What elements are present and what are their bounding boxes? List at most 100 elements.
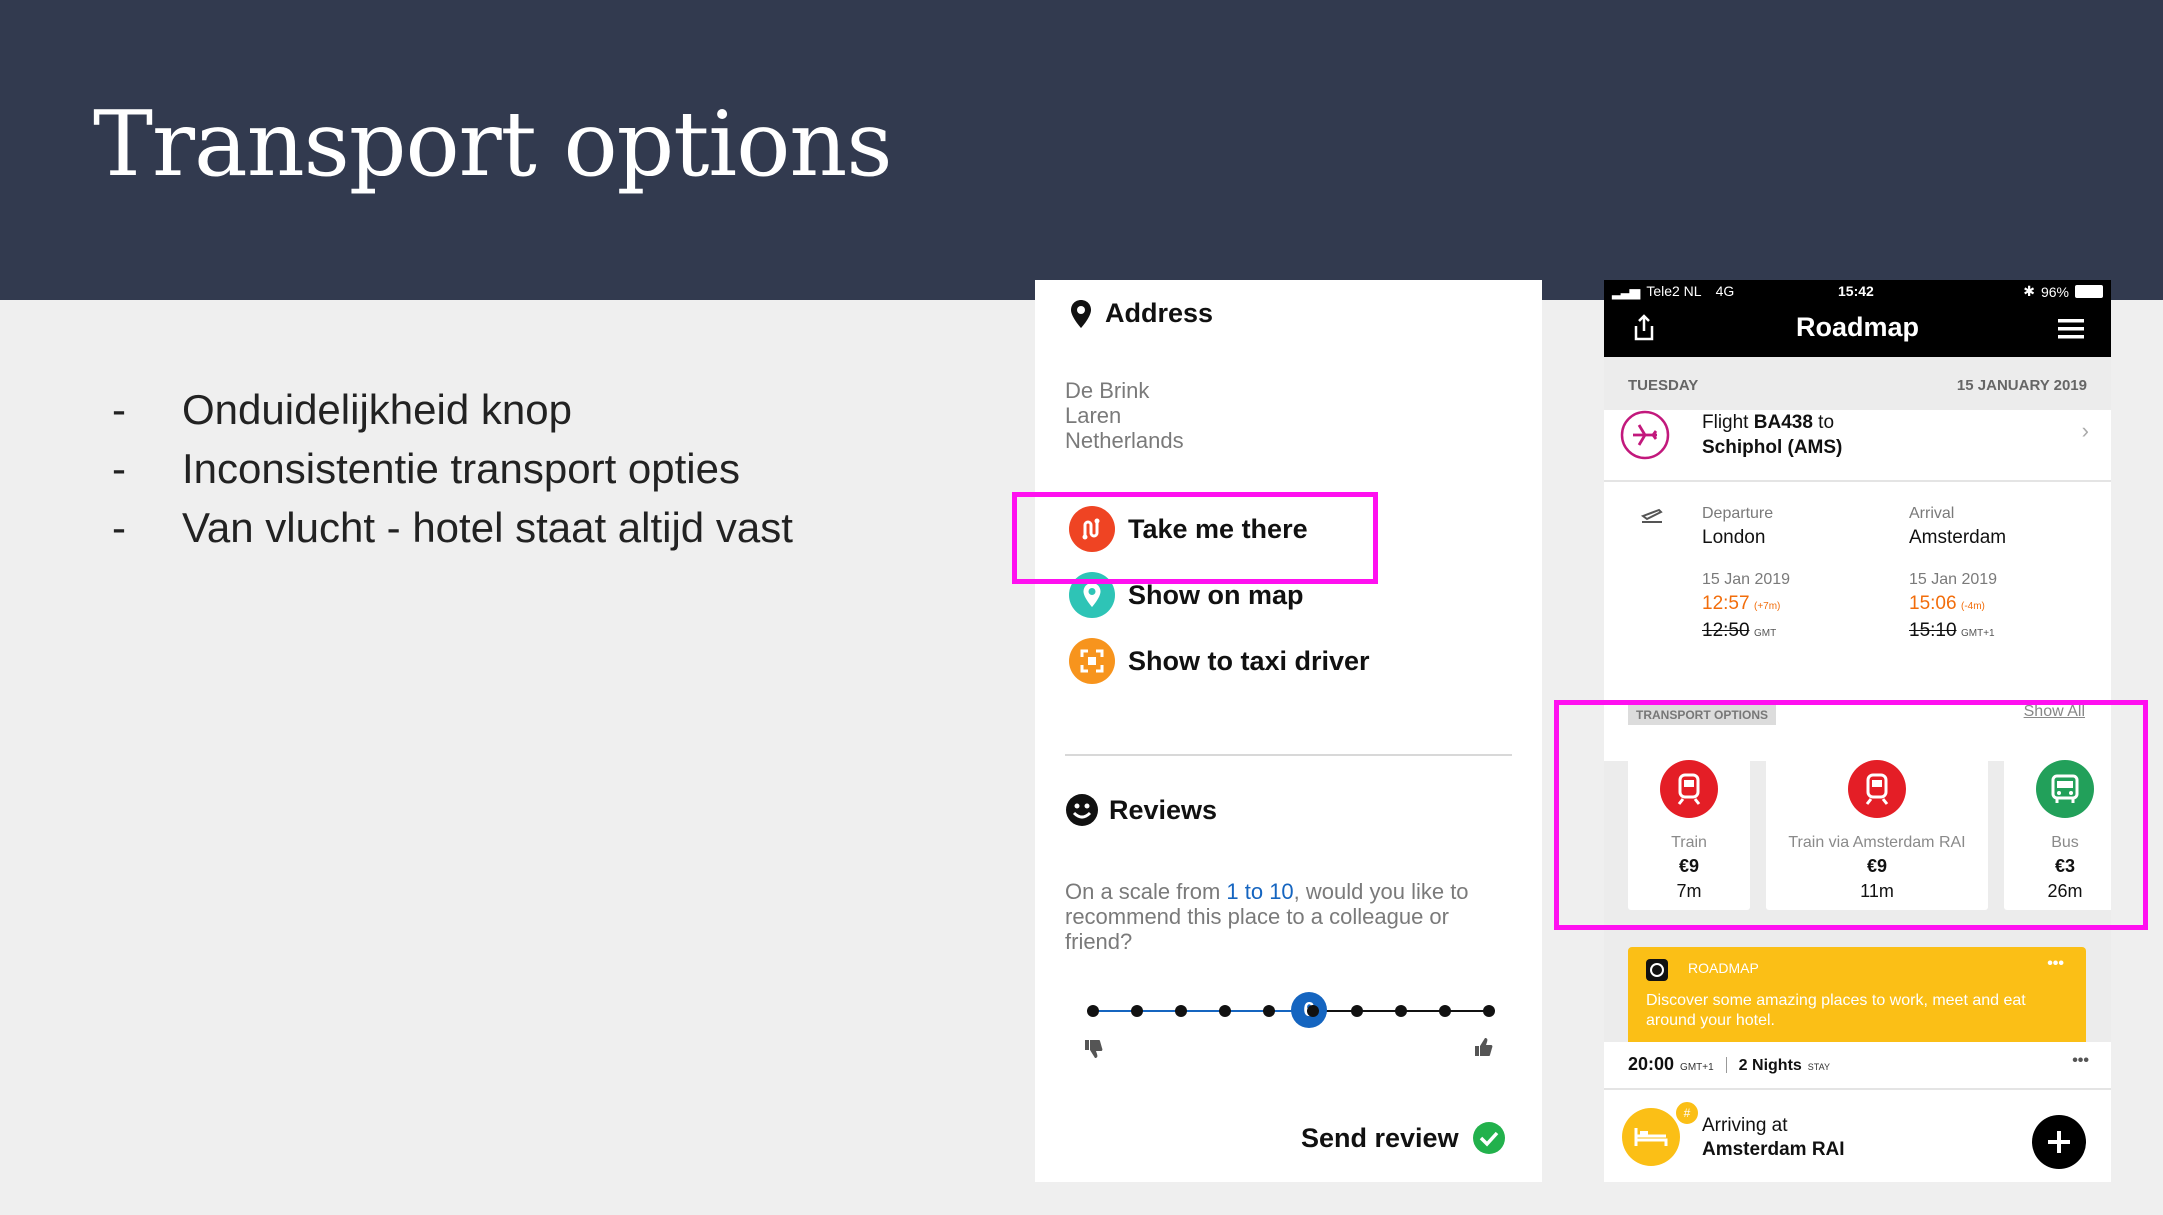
- bullet-text: Onduidelijkheid knop: [182, 386, 572, 433]
- status-time: 15:42: [1838, 283, 1874, 299]
- location-pin-icon: [1071, 299, 1091, 328]
- arrival-tz: GMT+1: [1961, 628, 1995, 639]
- stay-divider: [1604, 1088, 2111, 1090]
- departure-date: 15 Jan 2019: [1702, 571, 1791, 588]
- carrier-name: Tele2 NL: [1646, 283, 1702, 299]
- rating-slider-tick[interactable]: [1439, 1005, 1451, 1017]
- highlight-box-take-me-there: [1012, 492, 1378, 584]
- flight-destination: Schiphol (AMS): [1702, 437, 1843, 458]
- rating-slider-tick[interactable]: [1307, 1005, 1319, 1017]
- bullet-item: - Onduidelijkheid knop: [112, 380, 793, 439]
- airplane-icon: [1620, 410, 1670, 460]
- rating-slider-tick[interactable]: [1351, 1005, 1363, 1017]
- plus-icon: [2048, 1131, 2070, 1153]
- bullet-item: - Van vlucht - hotel staat altijd vast: [112, 498, 793, 557]
- arrival-city: Amsterdam: [1909, 527, 2007, 548]
- promo-menu-icon[interactable]: •••: [2047, 955, 2064, 973]
- hotel-badge-icon: #: [1674, 1100, 1700, 1126]
- stay-menu-icon[interactable]: •••: [2072, 1052, 2089, 1070]
- add-button[interactable]: [2032, 1115, 2086, 1169]
- hamburger-menu-icon[interactable]: [2058, 318, 2084, 340]
- address-block: De Brink Laren Netherlands: [1065, 378, 1184, 453]
- flight-code: BA438: [1753, 412, 1813, 433]
- address-line: Laren: [1065, 403, 1122, 428]
- rating-slider-tick[interactable]: [1263, 1005, 1275, 1017]
- smiley-icon: [1066, 794, 1098, 826]
- arrival-label: Arrival: [1909, 505, 1955, 522]
- hotel-bed-icon: [1622, 1108, 1680, 1166]
- status-bar-right: ✱ 96%: [2023, 283, 2103, 300]
- departure-new-time: 12:57: [1702, 593, 1750, 614]
- address-line: De Brink: [1065, 378, 1150, 403]
- arriving-line2: Amsterdam RAI: [1702, 1139, 1845, 1160]
- nav-title: Roadmap: [1795, 312, 1920, 342]
- bluetooth-icon: ✱: [2023, 283, 2035, 299]
- show-to-taxi-driver-label: Show to taxi driver: [1128, 645, 1370, 676]
- reviews-heading: Reviews: [1065, 793, 1217, 827]
- rating-slider-tick[interactable]: [1175, 1005, 1187, 1017]
- rating-slider-fill: [1093, 1010, 1313, 1012]
- divider: [1065, 754, 1512, 756]
- question-start: On a scale from: [1065, 879, 1227, 904]
- promo-text: Discover some amazing places to work, me…: [1646, 992, 2026, 1029]
- bullet-item: - Inconsistentie transport opties: [112, 439, 793, 498]
- bullet-dash: -: [112, 386, 126, 433]
- address-heading: Address: [1069, 298, 1213, 329]
- arriving-line1: Arriving at: [1702, 1115, 1788, 1136]
- stay-time: 20:00: [1628, 1054, 1675, 1074]
- rating-slider-tick[interactable]: [1483, 1005, 1495, 1017]
- bullet-list: - Onduidelijkheid knop - Inconsistentie tr…: [112, 380, 793, 557]
- place-details-screenshot: Address De Brink Laren Netherlands Take …: [1035, 280, 1542, 1182]
- stay-tz: GMT+1: [1680, 1062, 1714, 1073]
- flight-title: Flight BA438 to Schiphol (AMS): [1702, 410, 1842, 460]
- signal-icon: ▂▃▅: [1612, 283, 1640, 299]
- arrival-block: Arrival Amsterdam 15 Jan 2019 15:06 (-4m…: [1909, 502, 2006, 646]
- battery-icon: [2075, 285, 2103, 298]
- thumbs-down-icon: [1085, 1040, 1103, 1058]
- stay-label: STAY: [1807, 1062, 1830, 1072]
- roadmap-logo-icon: [1646, 959, 1668, 981]
- slide-title: Transport options: [93, 92, 893, 197]
- date-label: 15 JANUARY 2019: [1956, 377, 2087, 394]
- departure-old-time: 12:50: [1702, 620, 1750, 641]
- rating-slider-tick[interactable]: [1087, 1005, 1099, 1017]
- departure-block: Departure London 15 Jan 2019 12:57 (+7m)…: [1702, 502, 1790, 646]
- send-review-button[interactable]: Send review: [1301, 1122, 1505, 1154]
- arriving-text: Arriving at Amsterdam RAI: [1702, 1114, 1845, 1162]
- chevron-right-icon: ›: [2081, 418, 2089, 443]
- departure-city: London: [1702, 527, 1766, 548]
- stay-nights: 2 Nights: [1738, 1057, 1802, 1074]
- takeoff-icon: [1640, 508, 1663, 523]
- roadmap-promo-card[interactable]: ROADMAP ••• Discover some amazing places…: [1628, 947, 2086, 1052]
- flight-card-divider: [1604, 480, 2111, 482]
- reviews-title: Reviews: [1109, 794, 1218, 825]
- flight-suffix: to: [1812, 412, 1835, 433]
- question-range: 1 to 10: [1226, 879, 1294, 904]
- review-question: On a scale from 1 to 10, would you like …: [1065, 879, 1505, 954]
- show-to-taxi-driver-button[interactable]: Show to taxi driver: [1069, 638, 1370, 684]
- arrival-date: 15 Jan 2019: [1909, 571, 1998, 588]
- highlight-box-transport-options: [1554, 700, 2148, 930]
- departure-delay: (+7m): [1754, 601, 1781, 612]
- rating-slider-tick[interactable]: [1219, 1005, 1231, 1017]
- status-bar-left: ▂▃▅ Tele2 NL 4G: [1612, 283, 1734, 300]
- address-title: Address: [1105, 298, 1214, 328]
- stay-card[interactable]: 20:00 GMT+1 2 Nights STAY ••• # Arriving…: [1604, 1042, 2111, 1182]
- bullet-text: Inconsistentie transport opties: [182, 445, 740, 492]
- check-circle-icon: [1472, 1122, 1505, 1154]
- show-on-map-label: Show on map: [1128, 579, 1304, 610]
- send-review-label: Send review: [1301, 1122, 1459, 1153]
- arrival-delay: (-4m): [1961, 601, 1985, 612]
- flight-prefix: Flight: [1702, 412, 1754, 433]
- departure-label: Departure: [1702, 505, 1774, 522]
- arrival-new-time: 15:06: [1909, 593, 1957, 614]
- stay-row: 20:00 GMT+1 2 Nights STAY: [1628, 1054, 1830, 1075]
- network-type: 4G: [1715, 283, 1735, 299]
- bullet-text: Van vlucht - hotel staat altijd vast: [182, 504, 793, 551]
- rating-slider-tick[interactable]: [1395, 1005, 1407, 1017]
- rating-slider-tick[interactable]: [1131, 1005, 1143, 1017]
- thumbs-up-icon: [1475, 1038, 1493, 1056]
- bullet-dash: -: [112, 504, 126, 551]
- fullscreen-icon: [1069, 638, 1115, 684]
- battery-level: 96%: [2040, 283, 2069, 300]
